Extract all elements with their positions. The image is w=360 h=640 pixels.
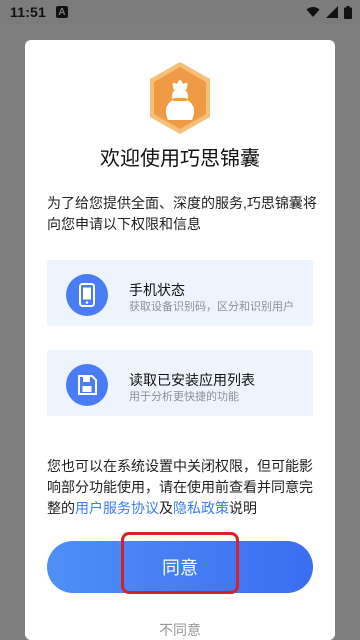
permission-installed-apps: 读取已安装应用列表 用于分析更快捷的功能 [47, 350, 313, 416]
intro-text: 为了给您提供全面、深度的服务,巧思锦囊将向您申请以下权限和信息 [47, 195, 317, 232]
and-text: 及 [159, 500, 173, 516]
status-time: 11:51 [10, 4, 47, 20]
dialog-title: 欢迎使用巧思锦囊 [100, 148, 260, 170]
status-icons [306, 5, 352, 19]
notification-icon: A [56, 6, 69, 18]
permission-title: 读取已安装应用列表 [129, 372, 255, 388]
disagree-button[interactable]: 不同意 [25, 620, 335, 640]
app-logo-icon [146, 60, 214, 136]
notice-part2: 说明 [229, 500, 257, 516]
user-agreement-link[interactable]: 用户服务协议 [75, 500, 159, 516]
signal-icon [326, 6, 338, 18]
privacy-policy-link[interactable]: 隐私政策 [173, 500, 229, 516]
permission-description: 用于分析更快捷的功能 [129, 391, 239, 403]
highlight-box [121, 532, 239, 594]
notice-text: 您也可以在系统设置中关闭权限，但可能影响部分功能使用，请在使用前查看并同意完整的… [47, 456, 317, 519]
permission-dialog: 欢迎使用巧思锦囊 为了给您提供全面、深度的服务,巧思锦囊将向您申请以下权限和信息… [25, 40, 335, 640]
wifi-icon [306, 6, 320, 18]
phone-icon [66, 274, 108, 316]
status-bar: 11:51 A [0, 0, 360, 24]
battery-icon [344, 5, 352, 19]
storage-icon [66, 364, 108, 406]
permission-phone-state: 手机状态 获取设备识别码，区分和识别用户 [47, 260, 313, 326]
permission-description: 获取设备识别码，区分和识别用户 [129, 301, 294, 313]
permission-title: 手机状态 [129, 282, 185, 298]
